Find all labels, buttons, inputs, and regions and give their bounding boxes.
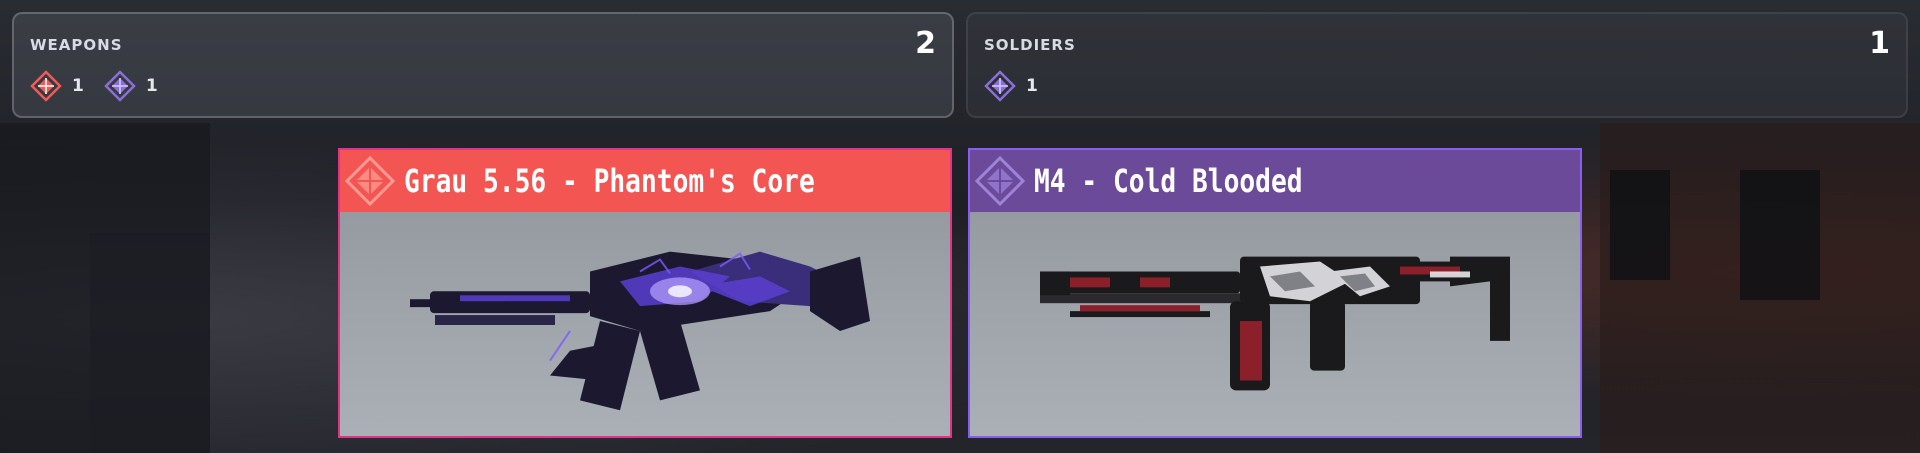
item-card-header: Grau 5.56 - Phantom's Core: [340, 150, 950, 212]
epic-rarity-count: 1: [104, 70, 158, 102]
epic-weapons-count: 1: [145, 76, 158, 96]
legendary-rarity-count: 1: [30, 70, 84, 102]
legendary-rarity-icon: [344, 155, 396, 207]
legendary-weapons-count: 1: [72, 76, 84, 96]
item-card-m4[interactable]: M4 - Cold Blooded: [968, 148, 1582, 438]
epic-rarity-icon: [974, 155, 1026, 207]
weapons-rarity-breakdown: 1 1: [30, 70, 170, 102]
soldiers-label: SOLDIERS: [984, 36, 1076, 54]
grau-phantoms-core-image: [340, 212, 950, 436]
item-card-header: M4 - Cold Blooded: [970, 150, 1580, 212]
item-title: M4 - Cold Blooded: [1034, 162, 1303, 200]
epic-soldiers-count: 1: [1026, 76, 1038, 96]
weapons-label: WEAPONS: [30, 36, 123, 54]
soldiers-summary-panel: SOLDIERS 1 1: [966, 12, 1908, 118]
item-title: Grau 5.56 - Phantom's Core: [404, 162, 815, 200]
background-window: [1610, 170, 1670, 280]
legendary-rarity-icon: [30, 70, 62, 102]
background-building: [90, 233, 210, 453]
soldiers-rarity-breakdown: 1: [984, 70, 1050, 102]
weapons-total-count: 2: [915, 26, 936, 61]
soldiers-total-count: 1: [1869, 26, 1890, 61]
weapons-summary-panel: WEAPONS 2 1 1: [12, 12, 954, 118]
m4-cold-blooded-image: [970, 212, 1580, 436]
epic-rarity-icon: [104, 70, 136, 102]
epic-rarity-count: 1: [984, 70, 1038, 102]
epic-rarity-icon: [984, 70, 1016, 102]
item-card-grau[interactable]: Grau 5.56 - Phantom's Core: [338, 148, 952, 438]
background-window: [1740, 170, 1820, 300]
